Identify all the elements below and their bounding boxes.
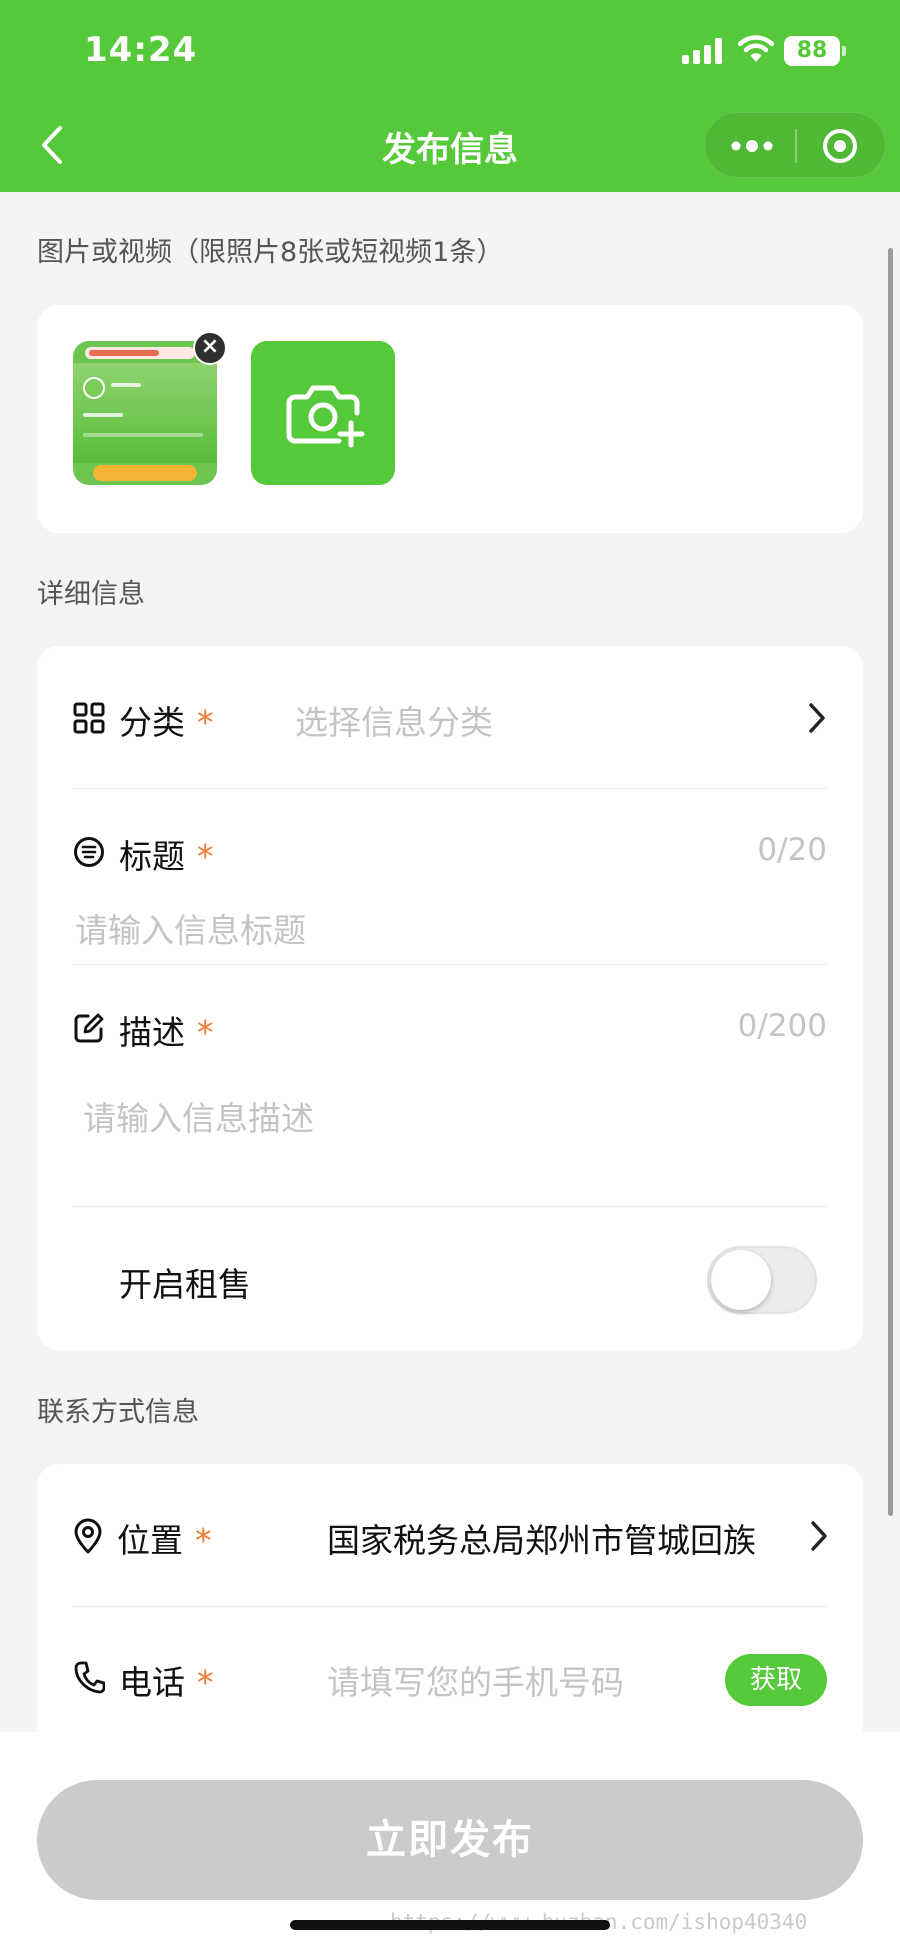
thumbnail-button <box>93 465 197 481</box>
media-card: × <box>37 305 863 533</box>
title-label: 标题 * <box>119 837 214 876</box>
required-star: * <box>197 1013 214 1052</box>
description-char-counter: 0/200 <box>737 1008 827 1044</box>
close-mini-program-icon[interactable] <box>821 127 859 165</box>
battery-indicator: 88 <box>784 36 846 66</box>
mini-program-capsule <box>704 112 886 178</box>
phone-input[interactable]: 请填写您的手机号码 <box>327 1656 624 1704</box>
get-phone-button[interactable]: 获取 <box>725 1654 827 1706</box>
details-card: 分类 * 选择信息分类 标题 * 0/20 请输入信息标题 描述 * 0/200 请输… <box>37 646 863 1350</box>
toggle-knob <box>711 1250 771 1310</box>
home-indicator <box>290 1920 610 1930</box>
category-placeholder: 选择信息分类 <box>295 703 493 742</box>
thumbnail-panel <box>73 363 217 463</box>
cellular-signal-icon <box>682 38 724 64</box>
publish-button[interactable]: 立即发布 <box>37 1780 863 1900</box>
divider <box>73 788 827 789</box>
list-circle-icon <box>74 837 104 867</box>
required-star: * <box>197 1663 214 1702</box>
location-value: 国家税务总局郑州市管城回族 <box>327 1521 756 1560</box>
rental-toggle-label: 开启租售 <box>119 1265 251 1304</box>
grid-icon <box>73 702 105 734</box>
uploaded-image-thumbnail[interactable] <box>73 341 217 485</box>
status-time: 14:24 <box>84 30 198 70</box>
wifi-icon <box>738 35 774 62</box>
phone-icon <box>74 1661 105 1694</box>
divider <box>73 1206 827 1207</box>
required-star: * <box>197 837 214 876</box>
add-media-button[interactable] <box>251 341 395 485</box>
remove-image-icon[interactable]: × <box>193 331 227 365</box>
title-char-counter: 0/20 <box>757 832 827 868</box>
edit-icon <box>74 1013 104 1043</box>
divider <box>73 964 827 965</box>
title-input[interactable]: 请输入信息标题 <box>75 904 306 952</box>
chevron-right-icon <box>811 1521 827 1551</box>
thumbnail-banner <box>85 347 195 359</box>
description-textarea[interactable]: 请输入信息描述 <box>83 1092 314 1140</box>
footer: 立即发布 https://www.huzhan.com/ishop40340 <box>0 1732 900 1947</box>
contact-section-label: 联系方式信息 <box>37 1397 199 1428</box>
header: 14:24 88 发布信息 <box>0 0 900 192</box>
description-label: 描述 * <box>119 1013 214 1052</box>
more-icon[interactable] <box>727 131 777 161</box>
camera-add-icon <box>286 385 365 448</box>
scrollbar[interactable] <box>888 248 893 1516</box>
divider <box>73 1606 827 1607</box>
media-section-label: 图片或视频（限照片8张或短视频1条） <box>37 237 504 268</box>
chevron-right-icon <box>809 703 825 733</box>
required-star: * <box>195 1521 212 1560</box>
required-star: * <box>197 703 214 742</box>
thumbnail-avatar <box>83 377 105 399</box>
rental-toggle[interactable] <box>707 1246 817 1314</box>
phone-label: 电话 * <box>119 1663 214 1702</box>
location-pin-icon <box>74 1518 102 1554</box>
details-section-label: 详细信息 <box>37 579 145 610</box>
location-label: 位置 * <box>117 1521 212 1560</box>
capsule-divider <box>795 129 797 163</box>
category-label: 分类 * <box>119 703 214 742</box>
status-bar: 14:24 88 <box>0 0 900 100</box>
contact-card: 位置 * 国家税务总局郑州市管城回族 电话 * 请填写您的手机号码 获取 <box>37 1464 863 1764</box>
navigation-bar: 发布信息 <box>0 100 900 192</box>
